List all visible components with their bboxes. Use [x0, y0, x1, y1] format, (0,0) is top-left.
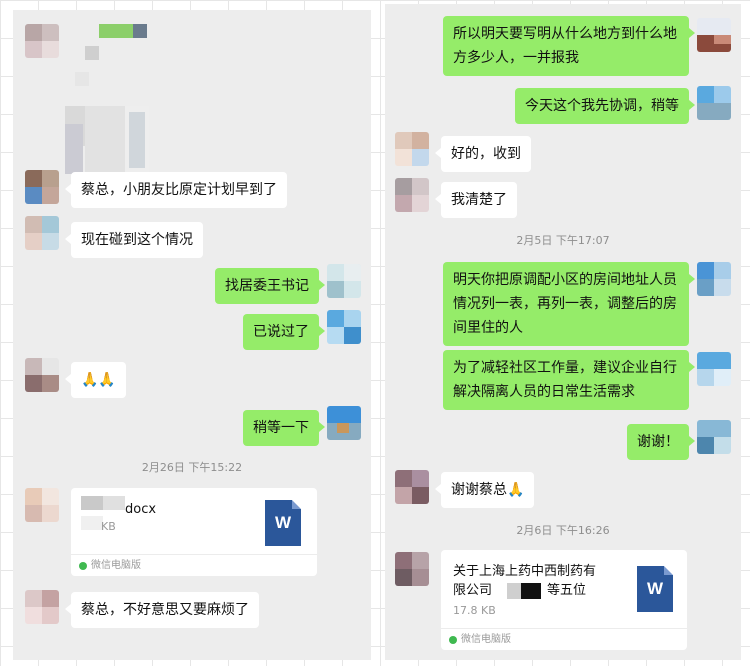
- message-bubble-incoming: 现在碰到这个情况: [65, 222, 203, 258]
- chat-panel-right: 所以明天要写明从什么地方到什么地方多少人，一并报我 今天这个我先协调，稍等 好的…: [385, 4, 741, 660]
- message-bubble-incoming: 谢谢蔡总🙏: [434, 472, 535, 508]
- avatar[interactable]: [395, 132, 429, 166]
- message-bubble-outgoing: 已说过了: [243, 314, 325, 350]
- message-bubble-outgoing: 谢谢！: [627, 424, 695, 460]
- avatar[interactable]: [697, 262, 731, 296]
- wechat-pc-icon: [79, 562, 87, 570]
- message-bubble-incoming: 蔡总，小朋友比原定计划早到了: [65, 172, 287, 208]
- word-document-icon: W: [265, 500, 301, 546]
- avatar[interactable]: [697, 86, 731, 120]
- file-name-line-1: 关于上海上药中西制药有: [453, 564, 597, 579]
- word-document-icon: W: [637, 566, 673, 612]
- wechat-pc-icon: [449, 636, 457, 644]
- file-size: KB: [101, 520, 116, 533]
- chat-panel-left: 蔡总，小朋友比原定计划早到了 现在碰到这个情况 找居委王书记 已说过了 🙏🙏 稍…: [13, 10, 371, 660]
- avatar[interactable]: [25, 170, 59, 204]
- avatar[interactable]: [25, 488, 59, 522]
- timestamp: 2月5日 下午17:07: [516, 234, 610, 247]
- avatar[interactable]: [25, 216, 59, 250]
- file-size: 17.8 KB: [453, 604, 496, 617]
- avatar[interactable]: [25, 358, 59, 392]
- avatar[interactable]: [25, 590, 59, 624]
- file-message[interactable]: docx KB W 微信电脑版: [71, 488, 317, 576]
- file-message[interactable]: 关于上海上药中西制药有 限公司 等五位 17.8 KB W 微信电脑版: [441, 550, 687, 650]
- message-bubble-incoming: 蔡总，不好意思又要麻烦了: [65, 592, 259, 628]
- avatar[interactable]: [395, 552, 429, 586]
- timestamp: 2月6日 下午16:26: [516, 524, 610, 537]
- message-bubble-outgoing: 所以明天要写明从什么地方到什么地方多少人，一并报我: [443, 16, 695, 76]
- message-bubble-incoming: 🙏🙏: [65, 362, 126, 398]
- message-bubble-incoming: 我清楚了: [435, 182, 517, 218]
- message-bubble-outgoing: 为了减轻社区工作量，建议企业自行解决隔离人员的日常生活需求: [443, 350, 695, 410]
- avatar[interactable]: [697, 18, 731, 52]
- file-source-label: 微信电脑版: [91, 560, 141, 571]
- avatar[interactable]: [395, 470, 429, 504]
- message-bubble-outgoing: 找居委王书记: [215, 268, 325, 304]
- message-bubble-outgoing: 今天这个我先协调，稍等: [515, 88, 695, 124]
- message-bubble-outgoing: 稍等一下: [243, 410, 325, 446]
- file-source: 微信电脑版: [71, 554, 317, 576]
- file-name-line-2b: 等五位: [547, 583, 587, 598]
- avatar[interactable]: [327, 406, 361, 440]
- timestamp: 2月26日 下午15:22: [141, 461, 243, 474]
- shared-image[interactable]: [65, 24, 153, 174]
- avatar[interactable]: [697, 420, 731, 454]
- message-bubble-incoming: 好的，收到: [435, 136, 531, 172]
- avatar[interactable]: [327, 310, 361, 344]
- avatar[interactable]: [697, 352, 731, 386]
- file-source-label: 微信电脑版: [461, 634, 511, 645]
- avatar[interactable]: [395, 178, 429, 212]
- file-source: 微信电脑版: [441, 628, 687, 650]
- file-name: docx: [125, 502, 157, 517]
- avatar[interactable]: [327, 264, 361, 298]
- redaction-mosaic: [507, 583, 541, 599]
- message-bubble-outgoing: 明天你把原调配小区的房间地址人员情况列一表，再列一表，调整后的房间里住的人: [443, 262, 695, 346]
- file-name-line-2: 限公司: [453, 583, 493, 598]
- avatar[interactable]: [25, 24, 59, 58]
